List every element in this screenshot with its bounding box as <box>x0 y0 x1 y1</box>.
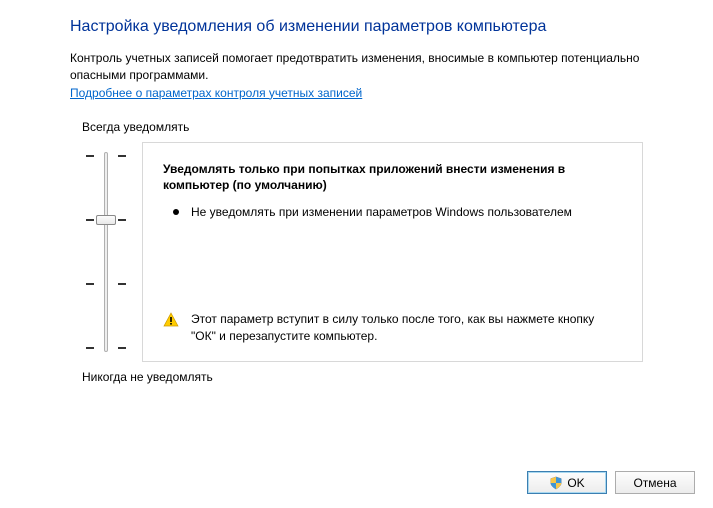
notification-slider[interactable] <box>70 142 142 362</box>
slider-tick <box>86 219 94 221</box>
learn-more-link[interactable]: Подробнее о параметрах контроля учетных … <box>70 86 362 100</box>
cancel-button[interactable]: Отмена <box>615 471 695 494</box>
info-bullet: Не уведомлять при изменении параметров W… <box>191 204 572 221</box>
button-bar: OK Отмена <box>527 471 695 494</box>
description-text: Контроль учетных записей помогает предот… <box>70 50 643 84</box>
slider-tick <box>118 155 126 157</box>
slider-tick <box>86 347 94 349</box>
slider-track <box>104 152 108 352</box>
page-title: Настройка уведомления об изменении парам… <box>70 18 643 36</box>
warning-text: Этот параметр вступит в силу только посл… <box>191 311 622 345</box>
slider-tick <box>118 219 126 221</box>
ok-button[interactable]: OK <box>527 471 607 494</box>
warning-icon <box>163 312 179 328</box>
shield-icon <box>549 476 563 490</box>
slider-label-bottom: Никогда не уведомлять <box>82 370 643 384</box>
slider-tick <box>118 347 126 349</box>
cancel-button-label: Отмена <box>633 476 676 490</box>
bullet-icon <box>173 209 179 215</box>
slider-tick <box>86 283 94 285</box>
slider-thumb[interactable] <box>96 215 116 225</box>
ok-button-label: OK <box>567 476 584 490</box>
info-heading: Уведомлять только при попытках приложени… <box>163 161 622 195</box>
slider-tick <box>86 155 94 157</box>
info-panel: Уведомлять только при попытках приложени… <box>142 142 643 362</box>
slider-tick <box>118 283 126 285</box>
slider-label-top: Всегда уведомлять <box>82 120 643 134</box>
